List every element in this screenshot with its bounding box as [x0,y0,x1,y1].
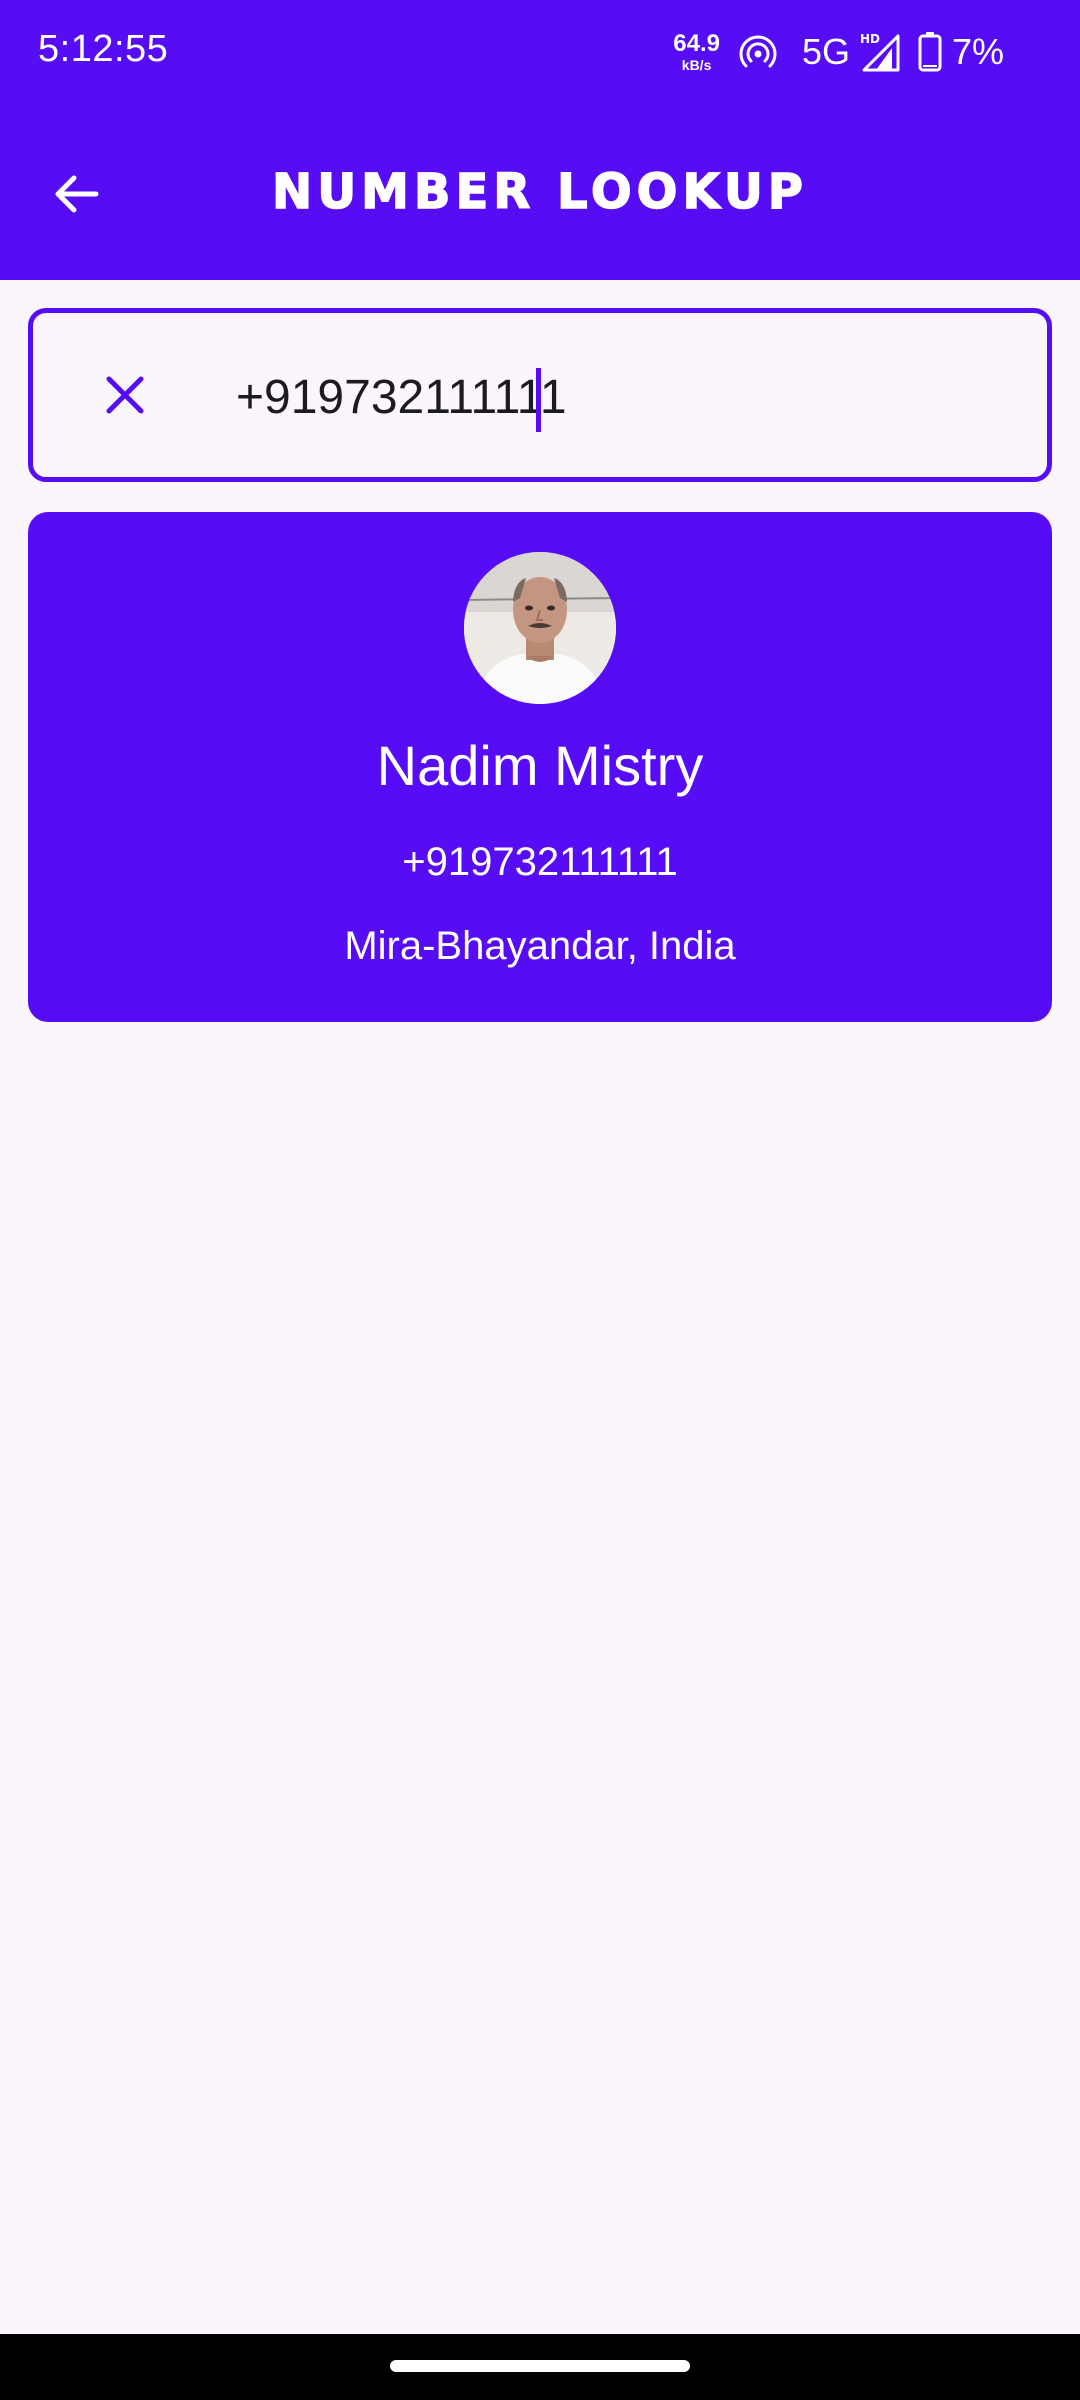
network-type: 5G [801,31,850,72]
clear-button[interactable] [93,363,157,427]
search-field[interactable] [28,308,1052,482]
status-icons: 64.9 kB/s 5G HD 7% [673,24,1004,80]
signal-hd-icon: HD [860,32,900,72]
navigation-bar [0,2334,1080,2400]
text-cursor [536,368,541,432]
network-speed: 64.9 kB/s [673,30,720,73]
app-header: 5:12:55 64.9 kB/s 5G HD 7% NUMBER LOOKUP [0,0,1080,280]
contact-number: +919732111111 [402,840,678,884]
network-speed-unit: kB/s [681,57,712,73]
result-card[interactable]: Nadim Mistry +919732111111 Mira-Bhayanda… [28,512,1052,1022]
contact-name: Nadim Mistry [376,734,704,797]
svg-text:HD: HD [860,32,880,46]
page-title: NUMBER LOOKUP [271,163,808,221]
status-time: 5:12:55 [38,28,169,70]
avatar [464,552,616,704]
contact-photo [464,552,616,704]
close-icon [106,376,144,414]
network-speed-value: 64.9 [673,30,720,57]
contact-location: Mira-Bhayandar, India [344,924,736,968]
battery-percentage: 7% [951,31,1004,72]
battery-icon [918,32,942,72]
home-gesture-handle[interactable] [390,2360,690,2372]
phone-number-input[interactable] [209,365,1036,429]
hotspot-icon [739,35,777,68]
